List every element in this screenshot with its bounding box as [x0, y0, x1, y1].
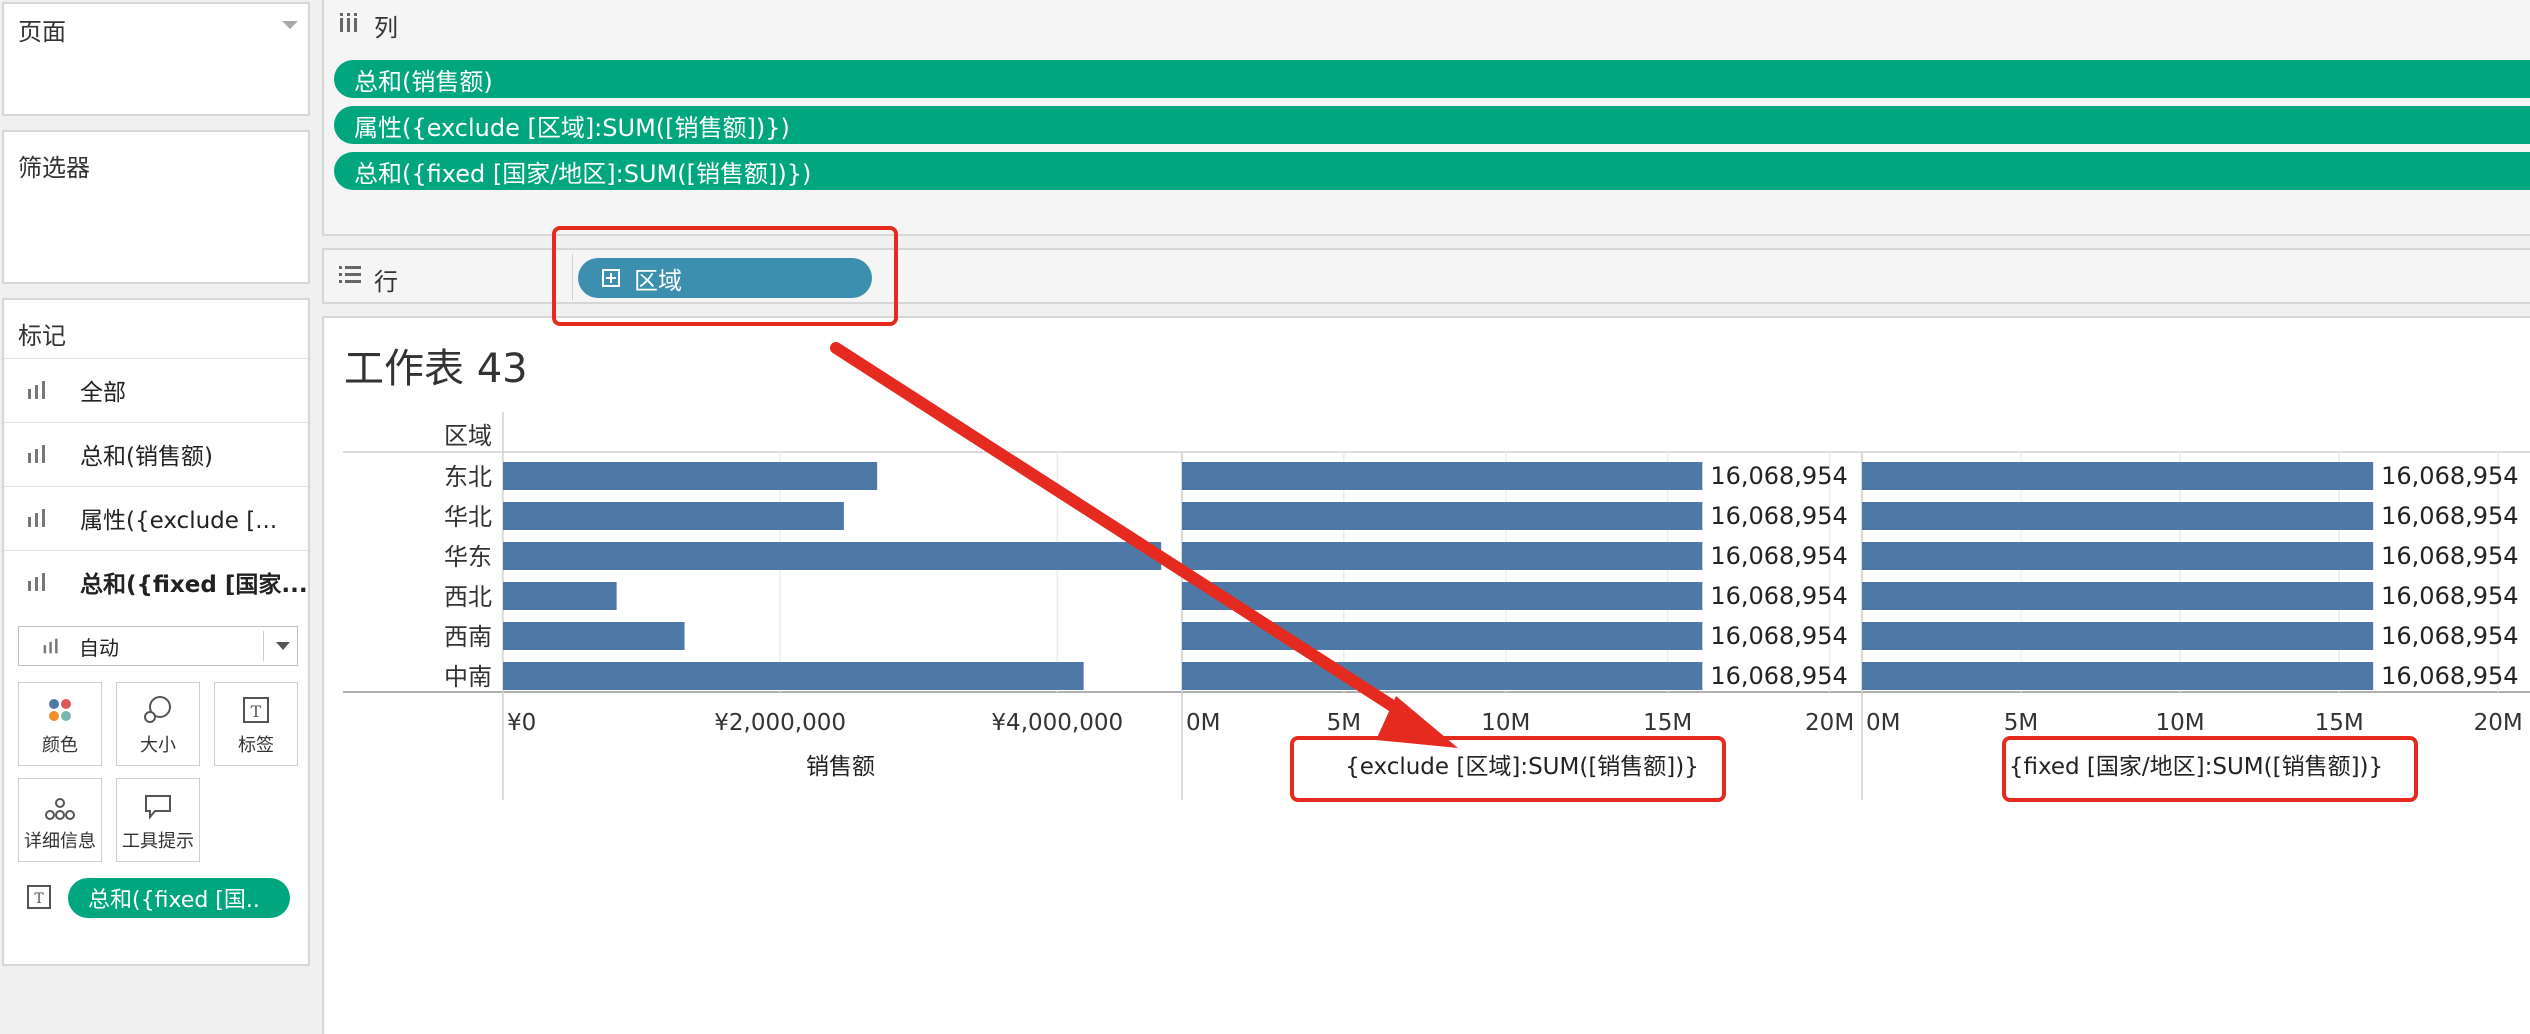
red-arrow-annotation: [830, 342, 1458, 748]
